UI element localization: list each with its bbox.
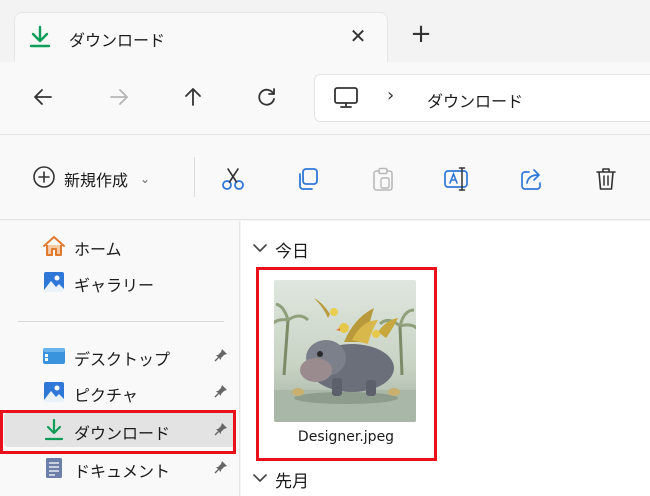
- sidebar-item-desktop[interactable]: デスクトップ: [4, 339, 236, 373]
- sidebar-item-home[interactable]: ホーム: [4, 229, 236, 263]
- sidebar-item-label: デスクトップ: [74, 350, 171, 369]
- refresh-icon: [258, 88, 275, 106]
- navigation-bar: › ダウンロード: [0, 62, 650, 134]
- forward-button[interactable]: [104, 82, 134, 112]
- pin-icon[interactable]: [214, 348, 228, 366]
- share-icon: [521, 169, 541, 190]
- documents-icon: [42, 457, 66, 479]
- tab-downloads[interactable]: ダウンロード ✕: [14, 12, 388, 62]
- tab-title: ダウンロード: [69, 31, 166, 50]
- breadcrumb-downloads[interactable]: ダウンロード: [427, 88, 523, 112]
- group-header-last-month[interactable]: 先月: [253, 467, 309, 492]
- group-label: 先月: [275, 472, 309, 492]
- address-bar[interactable]: › ダウンロード: [314, 74, 650, 122]
- back-button[interactable]: [28, 82, 58, 112]
- close-tab-icon[interactable]: ✕: [347, 25, 369, 47]
- rename-icon: [444, 167, 468, 191]
- sidebar-item-gallery[interactable]: ギャラリー: [4, 265, 236, 299]
- tab-strip: ダウンロード ✕ +: [0, 0, 650, 62]
- breadcrumb-separator: ›: [387, 85, 395, 106]
- gallery-icon: [42, 271, 66, 293]
- chevron-down-icon: [253, 472, 267, 487]
- chevron-down-icon: ⌄: [140, 172, 151, 186]
- sidebar-item-label: ピクチャ: [74, 386, 138, 405]
- divider: [194, 157, 195, 197]
- group-header-today[interactable]: 今日: [253, 237, 309, 262]
- computer-icon: [333, 86, 359, 114]
- sidebar-item-pictures[interactable]: ピクチャ: [4, 375, 236, 409]
- home-icon: [42, 235, 66, 257]
- arrow-left-icon: [34, 89, 52, 105]
- desktop-icon: [42, 345, 66, 367]
- add-icon: [32, 165, 56, 193]
- highlight-box-downloads: [0, 410, 236, 454]
- copy-icon: [299, 168, 318, 190]
- new-button[interactable]: 新規作成 ⌄: [32, 165, 150, 193]
- sidebar-item-label: ホーム: [74, 240, 122, 259]
- group-label: 今日: [275, 242, 309, 262]
- pictures-icon: [42, 381, 66, 403]
- sidebar-item-label: ギャラリー: [74, 276, 155, 295]
- trash-icon: [596, 168, 616, 190]
- paste-button[interactable]: [369, 165, 397, 193]
- rename-button[interactable]: [443, 165, 471, 193]
- pin-icon[interactable]: [214, 460, 228, 478]
- share-button[interactable]: [518, 165, 546, 193]
- delete-button[interactable]: [592, 165, 620, 193]
- refresh-button[interactable]: [252, 82, 282, 112]
- chevron-down-icon: [253, 242, 267, 257]
- command-bar: 新規作成 ⌄: [0, 134, 650, 220]
- arrow-right-icon: [110, 89, 128, 105]
- sidebar-item-documents[interactable]: ドキュメント: [4, 451, 236, 485]
- up-button[interactable]: [178, 82, 208, 112]
- pin-icon[interactable]: [214, 384, 228, 402]
- divider: [18, 321, 224, 322]
- highlight-box-file: [256, 267, 437, 461]
- cut-icon: [222, 168, 244, 190]
- download-icon: [29, 25, 51, 49]
- arrow-up-icon: [185, 88, 201, 106]
- new-tab-button[interactable]: +: [408, 21, 434, 48]
- cut-button[interactable]: [219, 165, 247, 193]
- sidebar-item-label: ドキュメント: [74, 462, 171, 481]
- copy-button[interactable]: [294, 165, 322, 193]
- navigation-pane: ホーム ギャラリー デスクトップ ピクチャ ダウンロード ドキュメント: [0, 221, 240, 496]
- new-label: 新規作成: [64, 171, 129, 190]
- paste-icon: [373, 167, 393, 191]
